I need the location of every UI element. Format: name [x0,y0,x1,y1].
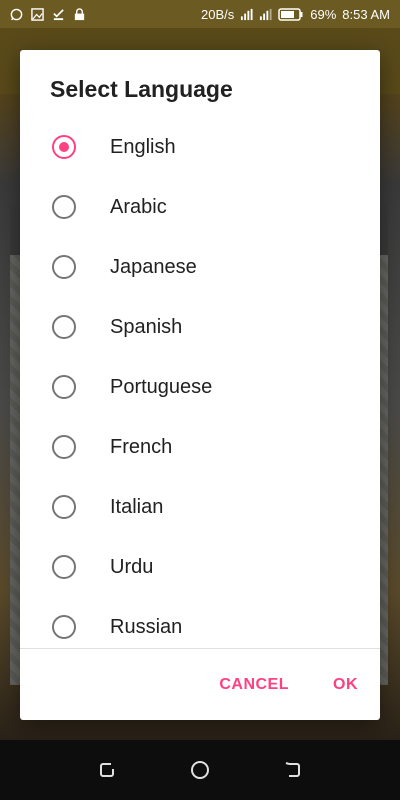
lock-icon [74,7,85,20]
signal-2-icon [260,8,272,20]
recent-apps-icon [99,763,114,777]
back-icon [285,762,301,777]
option-label: Spanish [110,315,183,338]
radio-button[interactable] [52,255,76,279]
radio-button[interactable] [52,495,76,519]
language-option-urdu[interactable]: Urdu [20,537,380,597]
language-options-list[interactable]: English Arabic Japanese Spanish Portugue… [20,117,380,647]
language-option-russian[interactable]: Russian [20,597,380,647]
option-label: Urdu [110,555,154,578]
option-label: Italian [110,495,164,518]
clock: 8:53 AM [342,6,390,22]
cancel-button[interactable]: CANCEL [197,670,311,700]
status-bar: 20B/s 69% 8:53 AM [0,0,400,28]
ok-button[interactable]: OK [311,670,380,700]
language-option-italian[interactable]: Italian [20,477,380,537]
radio-button[interactable] [52,435,76,459]
language-option-spanish[interactable]: Spanish [20,297,380,357]
battery-icon [278,7,303,21]
radio-button[interactable] [52,375,76,399]
whatsapp-icon [10,8,23,20]
language-option-english[interactable]: English [20,117,380,177]
language-dialog: Select Language English Arabic Japanese … [20,50,380,720]
navigation-bar [0,740,400,800]
language-option-portuguese[interactable]: Portuguese [20,357,380,417]
home-button[interactable] [188,758,212,782]
download-done-icon [53,8,64,20]
radio-button[interactable] [52,315,76,339]
radio-button[interactable] [52,615,76,639]
radio-button-checked[interactable] [52,135,76,159]
network-speed: 20B/s [201,6,235,22]
back-button[interactable] [281,758,305,782]
option-label: French [110,435,173,458]
language-option-arabic[interactable]: Arabic [20,177,380,237]
option-label: Arabic [110,195,167,218]
language-option-french[interactable]: French [20,417,380,477]
home-icon [190,761,209,779]
dialog-title: Select Language [50,76,233,102]
option-label: Japanese [110,255,197,278]
battery-level: 69% [310,6,337,22]
option-label: English [110,135,176,158]
dialog-divider [20,648,380,649]
option-label: Portuguese [110,375,213,398]
radio-button[interactable] [52,555,76,579]
language-option-japanese[interactable]: Japanese [20,237,380,297]
dialog-actions: CANCEL OK [197,670,380,700]
image-icon [31,7,44,21]
radio-button[interactable] [52,195,76,219]
status-bar-system: 20B/s 69% 8:53 AM [201,7,390,22]
recent-apps-button[interactable] [95,758,119,782]
status-bar-notifications [10,7,86,21]
option-label: Russian [110,615,183,638]
signal-icon [241,8,253,20]
